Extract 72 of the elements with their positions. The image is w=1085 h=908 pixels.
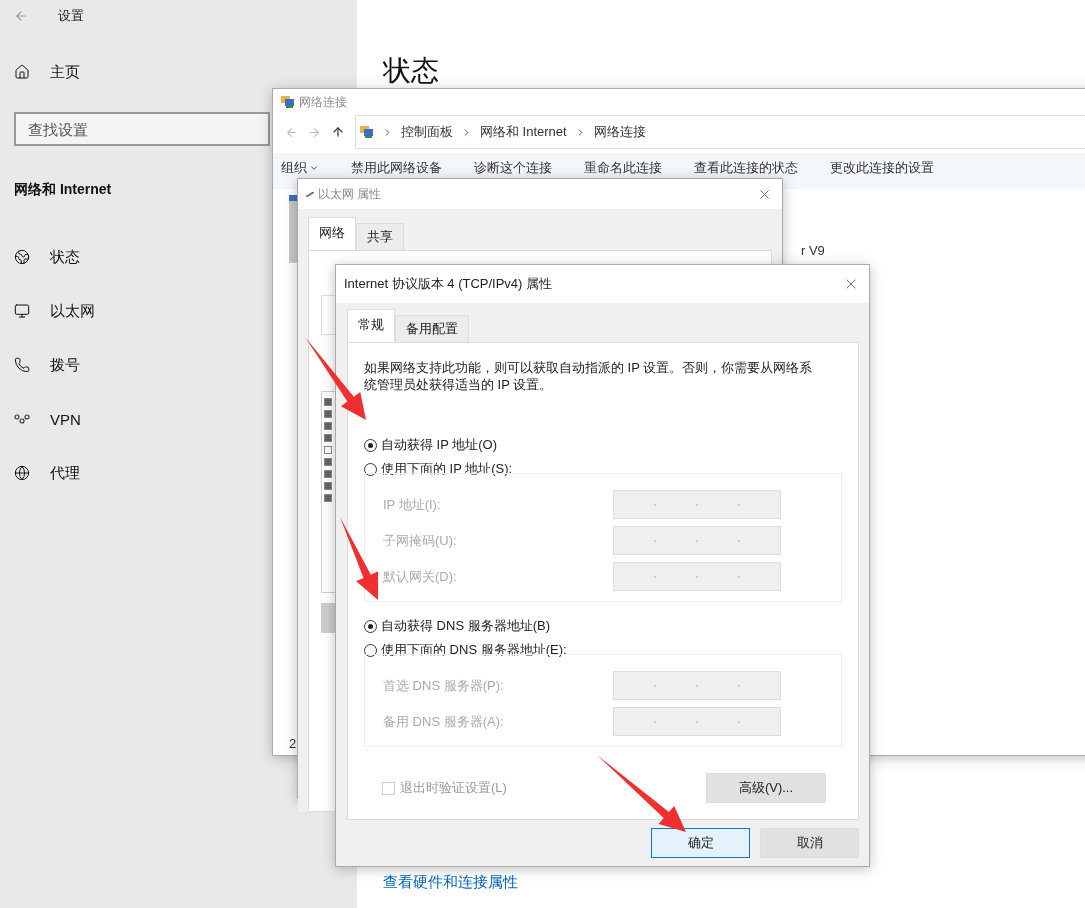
toolbar-button[interactable]: 禁用此网络设备 — [351, 159, 442, 177]
tab[interactable]: 共享 — [356, 223, 404, 250]
field-label: 备用 DNS 服务器(A): — [383, 712, 504, 731]
checkbox[interactable] — [324, 458, 332, 466]
field-label: 默认网关(D): — [383, 567, 457, 586]
radio-icon[interactable] — [364, 619, 377, 633]
checkbox[interactable] — [324, 470, 332, 478]
radio-icon[interactable] — [364, 643, 377, 657]
breadcrumb-item[interactable]: 网络连接 — [593, 123, 646, 141]
ip-address-field[interactable] — [613, 526, 781, 555]
window-title: Internet 协议版本 4 (TCP/IPv4) 属性 — [344, 275, 554, 293]
nav-item[interactable]: VPN — [14, 392, 81, 446]
network-icon — [360, 125, 374, 139]
radio-option[interactable]: 自动获得 IP 地址(O) — [364, 433, 842, 457]
toolbar-button[interactable]: 重命名此连接 — [584, 159, 662, 177]
ip-address-field[interactable] — [613, 707, 781, 736]
checkbox[interactable] — [324, 422, 332, 430]
toolbar-button[interactable]: 组织 — [281, 159, 319, 177]
monitor-icon — [14, 303, 30, 319]
checkbox[interactable] — [324, 446, 332, 454]
home-icon — [14, 64, 30, 80]
page-title: 状态 — [383, 54, 440, 88]
radio-icon[interactable] — [364, 462, 377, 476]
globe-icon — [14, 465, 30, 481]
toolbar-button[interactable]: 查看此连接的状态 — [694, 159, 798, 177]
checkbox[interactable] — [324, 482, 332, 490]
cable-icon — [306, 191, 314, 197]
status-text: 2 — [289, 736, 297, 751]
globe-icon — [14, 249, 30, 265]
ip-address-field[interactable] — [613, 490, 781, 519]
field-label: IP 地址(I): — [383, 495, 441, 514]
phone-icon — [14, 357, 30, 373]
back-icon[interactable] — [285, 125, 298, 139]
description-text: 如果网络支持此功能，则可以获取自动指派的 IP 设置。否则，你需要从网络系统管理员处获得适当的 IP 设置。 — [364, 359, 814, 393]
tab[interactable]: 备用配置 — [395, 315, 469, 342]
network-icon — [281, 95, 295, 109]
ip-address-field[interactable] — [613, 562, 781, 591]
window-title: 以太网 属性 — [318, 185, 383, 203]
dialog-button[interactable]: 取消 — [760, 828, 859, 858]
ip-address-field[interactable] — [613, 671, 781, 700]
breadcrumb-item[interactable]: 网络和 Internet — [480, 123, 567, 141]
dialog-button[interactable]: 确定 — [651, 828, 750, 858]
checkbox[interactable] — [324, 398, 332, 406]
address-bar[interactable]: 控制面板 网络和 Internet 网络连接 — [355, 115, 1085, 149]
tab[interactable]: 常规 — [347, 309, 395, 342]
nav-item[interactable]: 以太网 — [14, 284, 95, 338]
up-icon[interactable] — [331, 125, 345, 139]
tab[interactable]: 网络 — [308, 217, 356, 250]
radio-option[interactable]: 自动获得 DNS 服务器地址(B) — [364, 614, 842, 638]
forward-icon[interactable] — [308, 125, 321, 139]
connection-icon[interactable] — [289, 195, 297, 263]
checkbox[interactable] — [324, 410, 332, 418]
vpn-icon — [14, 414, 30, 424]
section-heading: 网络和 Internet — [14, 180, 112, 199]
window-title: 网络连接 — [299, 93, 348, 111]
nav-item[interactable]: 主页 — [14, 32, 80, 112]
nav-item[interactable]: 拨号 — [14, 338, 80, 392]
search-field[interactable]: 查找设置 — [14, 112, 270, 146]
advanced-button[interactable]: 高级(V)... — [706, 773, 826, 803]
checkbox[interactable] — [324, 494, 332, 502]
nav-item[interactable]: 代理 — [14, 446, 80, 500]
window-title: 设置 — [58, 7, 84, 25]
radio-icon[interactable] — [364, 438, 377, 452]
breadcrumb-item[interactable]: 控制面板 — [401, 123, 453, 141]
field-label: 子网掩码(U): — [383, 531, 457, 550]
toolbar-button[interactable]: 诊断这个连接 — [474, 159, 552, 177]
field-label: 首选 DNS 服务器(P): — [383, 676, 504, 695]
hardware-link[interactable]: 查看硬件和连接属性 — [383, 873, 518, 892]
nav-item[interactable]: 状态 — [14, 230, 80, 284]
back-icon[interactable] — [14, 9, 28, 23]
checkbox[interactable] — [324, 434, 332, 442]
toolbar-button[interactable]: 更改此连接的设置 — [830, 159, 934, 177]
